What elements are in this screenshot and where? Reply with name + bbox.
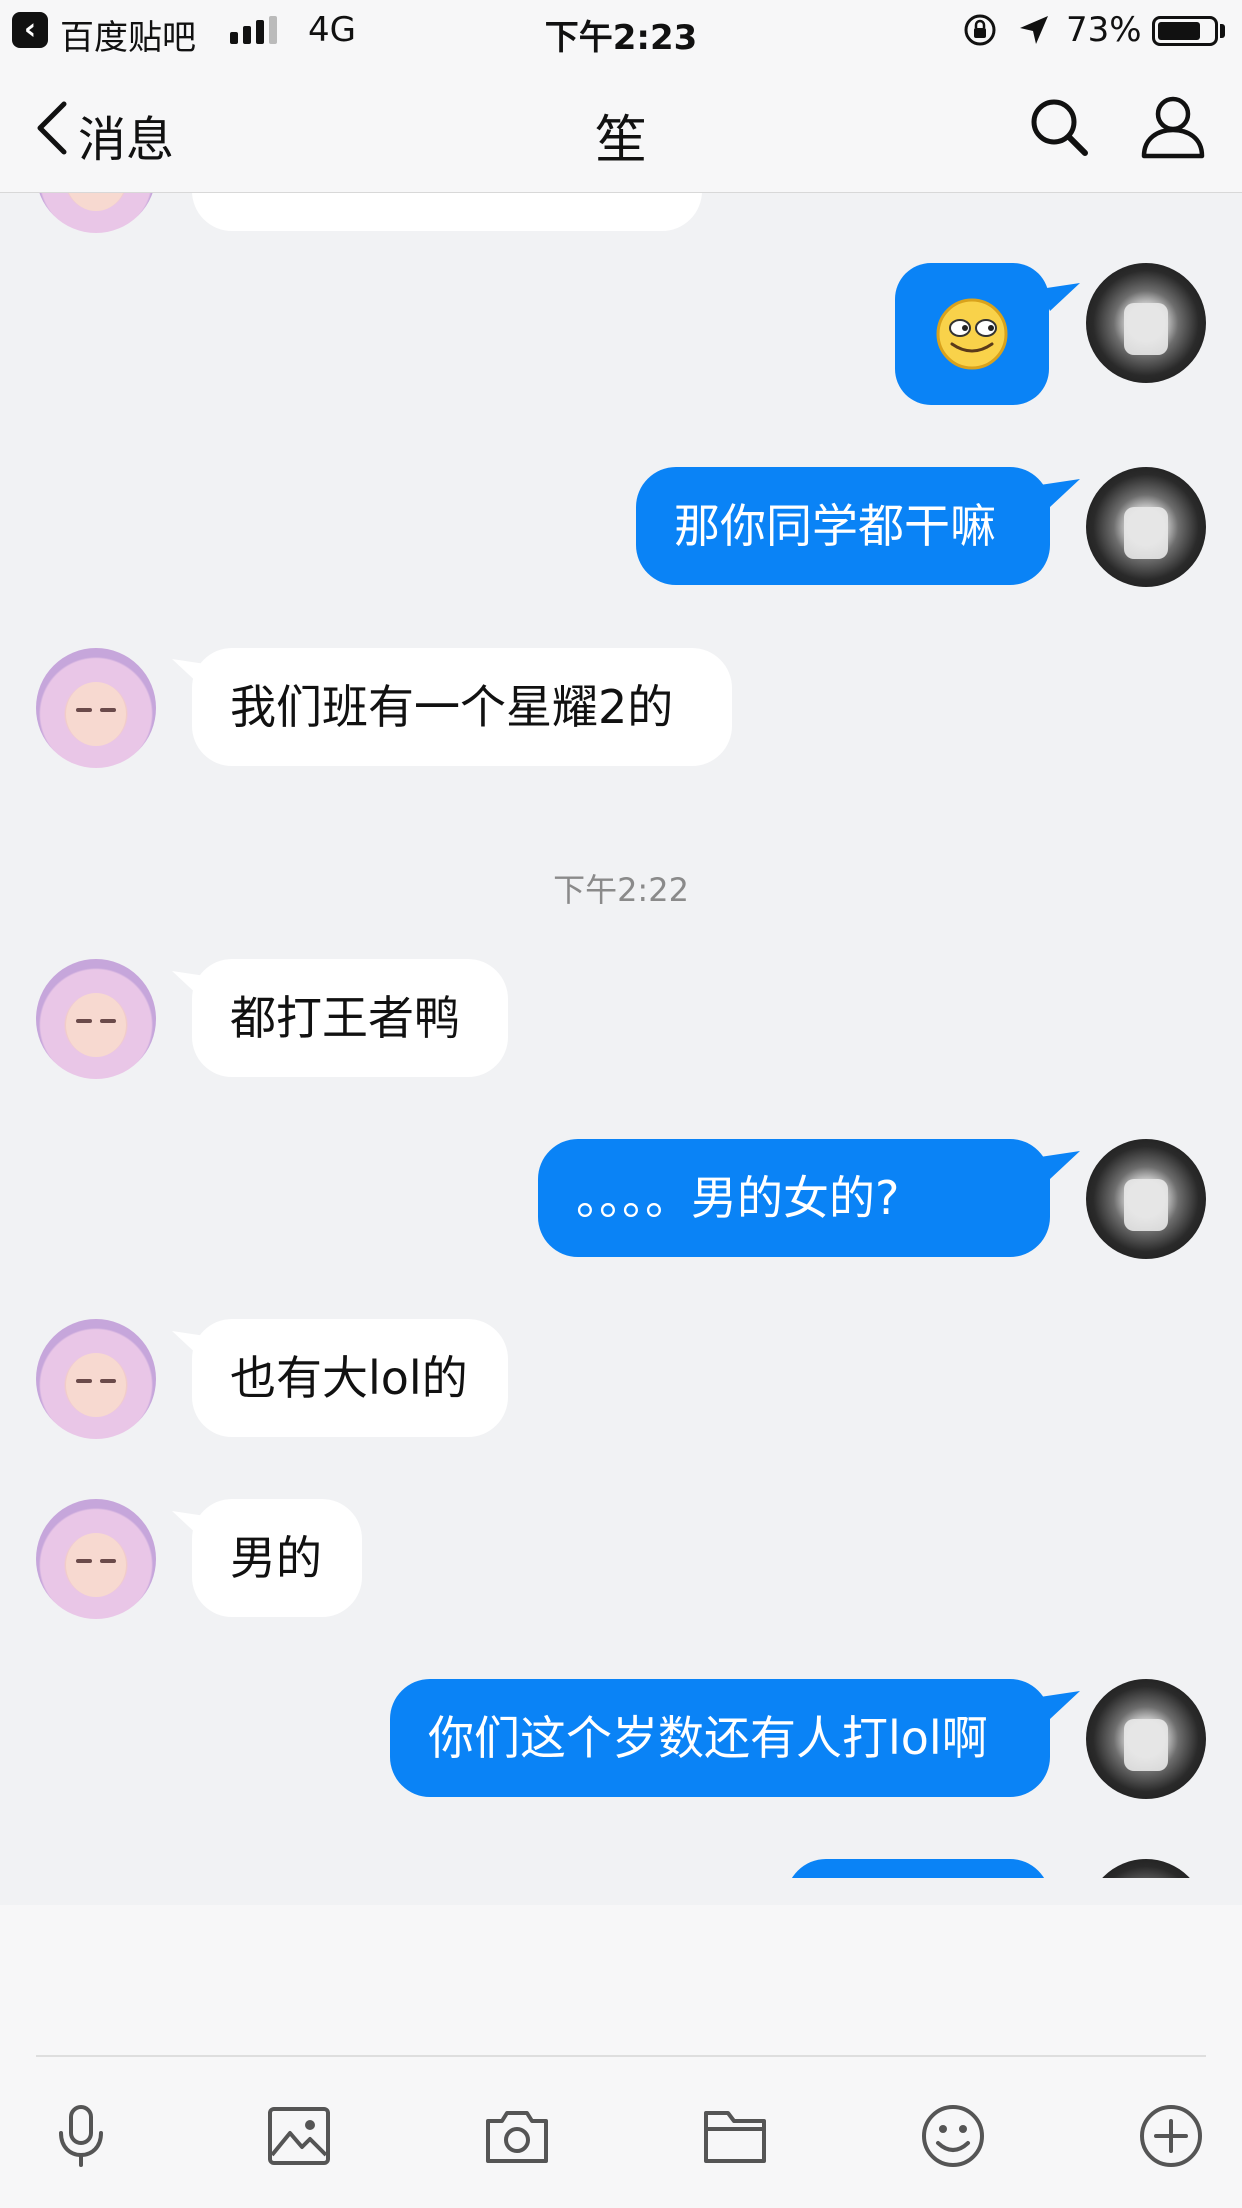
my-avatar[interactable] bbox=[1086, 1139, 1206, 1259]
message-input[interactable] bbox=[36, 1925, 1206, 2045]
message-bubble-partial bbox=[786, 1859, 1050, 1878]
plus-icon[interactable] bbox=[1138, 2103, 1204, 2169]
contact-avatar[interactable] bbox=[36, 1319, 156, 1439]
contact-avatar[interactable] bbox=[36, 959, 156, 1079]
message-timestamp: 下午2:22 bbox=[553, 871, 689, 909]
message-bubble-emoji[interactable] bbox=[895, 263, 1049, 405]
input-divider bbox=[36, 2055, 1206, 2057]
message-bubble[interactable]: 你们这个岁数还有人打lol啊 bbox=[390, 1679, 1050, 1797]
nav-bar: 消息 笙 bbox=[0, 62, 1242, 193]
my-avatar[interactable] bbox=[1086, 467, 1206, 587]
input-area bbox=[0, 1905, 1242, 2208]
location-icon bbox=[1020, 16, 1048, 44]
profile-icon[interactable] bbox=[1140, 94, 1206, 160]
contact-avatar[interactable] bbox=[36, 648, 156, 768]
message-bubble[interactable]: 那你同学都干嘛 bbox=[636, 467, 1050, 585]
bubble-tail bbox=[1040, 1691, 1080, 1719]
status-bar: ‹ 百度贴吧 4G 下午2:23 73% bbox=[0, 0, 1242, 62]
camera-icon[interactable] bbox=[484, 2103, 550, 2169]
my-avatar[interactable] bbox=[1086, 263, 1206, 383]
message-bubble[interactable]: 我们班有一个星耀2的 bbox=[192, 648, 732, 766]
contact-avatar[interactable] bbox=[36, 193, 156, 233]
message-bubble[interactable]: 都打王者鸭 bbox=[192, 959, 508, 1077]
orientation-lock-icon bbox=[964, 14, 996, 46]
message-bubble[interactable]: 男的 bbox=[192, 1499, 362, 1617]
bubble-tail bbox=[1040, 283, 1080, 311]
message-bubble[interactable]: 。。。。男的女的? bbox=[538, 1139, 1050, 1257]
search-icon[interactable] bbox=[1028, 96, 1090, 158]
status-time: 下午2:23 bbox=[544, 18, 698, 58]
microphone-icon[interactable] bbox=[48, 2103, 114, 2169]
my-avatar[interactable] bbox=[1086, 1679, 1206, 1799]
battery-percent: 73% bbox=[1066, 10, 1142, 50]
message-bubble-partial bbox=[192, 193, 702, 231]
bubble-tail bbox=[1040, 479, 1080, 507]
my-avatar[interactable] bbox=[1086, 1859, 1206, 1878]
bubble-tail bbox=[1040, 1151, 1080, 1179]
folder-icon[interactable] bbox=[702, 2103, 768, 2169]
smirk-emoji-icon bbox=[936, 298, 1008, 370]
image-icon[interactable] bbox=[266, 2103, 332, 2169]
emoji-icon[interactable] bbox=[920, 2103, 986, 2169]
message-bubble[interactable]: 也有大lol的 bbox=[192, 1319, 508, 1437]
contact-avatar[interactable] bbox=[36, 1499, 156, 1619]
chat-area[interactable]: 那你同学都干嘛 我们班有一个星耀2的 下午2:22 都打王者鸭 。。。。男的女的… bbox=[0, 193, 1242, 1878]
battery-tip bbox=[1220, 24, 1225, 38]
battery-icon bbox=[1152, 16, 1218, 46]
